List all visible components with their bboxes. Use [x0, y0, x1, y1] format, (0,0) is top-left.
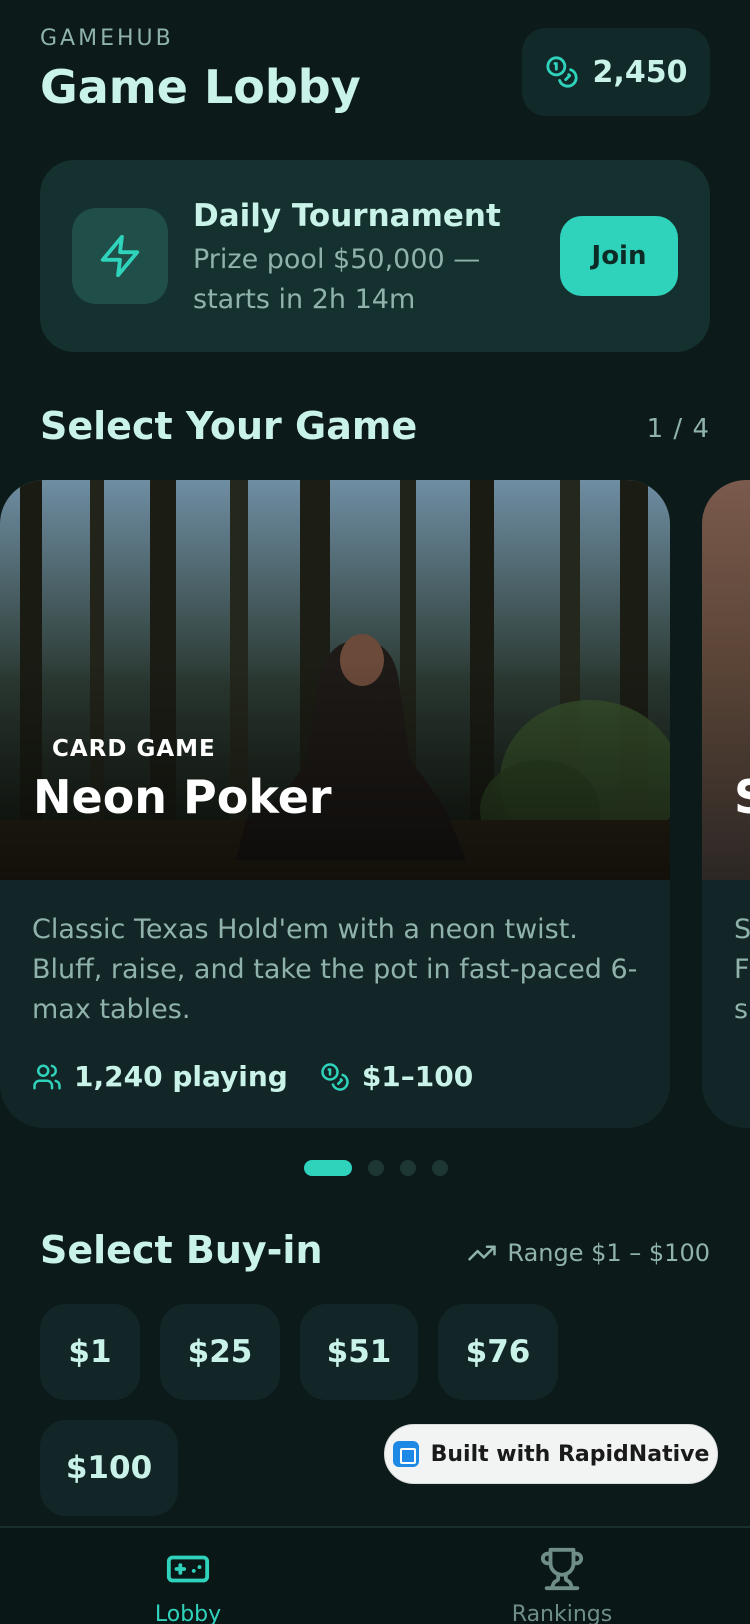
game-description: Classic Texas Hold'em with a neon twist.… — [32, 914, 638, 1025]
carousel-indicator — [304, 1160, 448, 1176]
next-game-desc-line: s — [734, 994, 749, 1025]
nav-label-lobby: Lobby — [154, 1602, 222, 1624]
join-button[interactable]: Join — [560, 216, 678, 296]
bottom-nav: Lobby Rankings — [0, 1526, 750, 1624]
buyin-option[interactable]: $51 — [300, 1304, 418, 1400]
nav-item-lobby[interactable]: Lobby — [108, 1546, 268, 1624]
buyin-option[interactable]: $76 — [438, 1304, 558, 1400]
tournament-title: Daily Tournament — [193, 198, 501, 234]
game-lobby-screen: GAMEHUB Game Lobby 2,450 Daily Tournamen… — [0, 0, 750, 1624]
page-title: Game Lobby — [40, 60, 361, 114]
gamepad-icon — [166, 1555, 210, 1583]
buyin-range-text: Range $1 – $100 — [507, 1239, 710, 1267]
stakes-stat: $1–100 — [320, 1060, 473, 1093]
nav-label-rankings: Rankings — [511, 1602, 613, 1624]
coins-icon — [545, 56, 578, 88]
carousel-dot[interactable] — [304, 1160, 352, 1176]
buyin-option[interactable]: $1 — [40, 1304, 140, 1400]
game-card-next-peek[interactable]: S S F s — [702, 480, 750, 1128]
coins-icon — [321, 1062, 349, 1091]
next-game-name: S — [734, 770, 750, 824]
tournament-icon-box — [72, 208, 168, 304]
select-game-heading: Select Your Game — [40, 404, 418, 448]
carousel-dot[interactable] — [432, 1160, 448, 1176]
users-icon — [33, 1064, 61, 1089]
players-stat: 1,240 playing — [32, 1060, 288, 1093]
select-buyin-heading: Select Buy-in — [40, 1228, 323, 1272]
game-name: Neon Poker — [33, 770, 332, 824]
trending-up-icon — [468, 1245, 497, 1261]
stakes-range: $1–100 — [361, 1060, 474, 1093]
carousel-dot[interactable] — [400, 1160, 416, 1176]
daily-tournament-card[interactable]: Daily Tournament Prize pool $50,000 — st… — [40, 160, 710, 352]
next-game-desc-line: S — [734, 914, 750, 945]
buyin-range: Range $1 – $100 — [467, 1238, 710, 1268]
next-game-description: S F s — [734, 910, 750, 1030]
nav-item-rankings[interactable]: Rankings — [482, 1546, 642, 1624]
coin-balance-value: 2,450 — [592, 54, 688, 90]
buyin-option[interactable]: $100 — [40, 1420, 178, 1516]
brand-label: GAMEHUB — [40, 26, 174, 51]
carousel-page-count: 1 / 4 — [646, 414, 710, 444]
trophy-icon — [540, 1547, 584, 1591]
coin-balance[interactable]: 2,450 — [522, 28, 710, 116]
buyin-option[interactable]: $25 — [160, 1304, 280, 1400]
next-game-desc-line: F — [734, 954, 750, 985]
players-count: 1,240 playing — [74, 1060, 288, 1093]
game-stats: 1,240 playing $1–100 — [32, 1060, 505, 1093]
tournament-subtitle: Prize pool $50,000 — starts in 2h 14m — [193, 244, 481, 315]
rapidnative-logo-icon — [392, 1441, 419, 1467]
game-card-neon-poker[interactable]: CARD GAME Neon Poker Classic Texas Hold'… — [0, 480, 670, 1128]
built-with-badge[interactable]: Built with RapidNative — [384, 1424, 718, 1484]
game-category-tag: CARD GAME — [52, 736, 216, 762]
lightning-icon — [100, 234, 140, 278]
carousel-dot[interactable] — [368, 1160, 384, 1176]
built-with-label: Built with RapidNative — [430, 1441, 710, 1467]
